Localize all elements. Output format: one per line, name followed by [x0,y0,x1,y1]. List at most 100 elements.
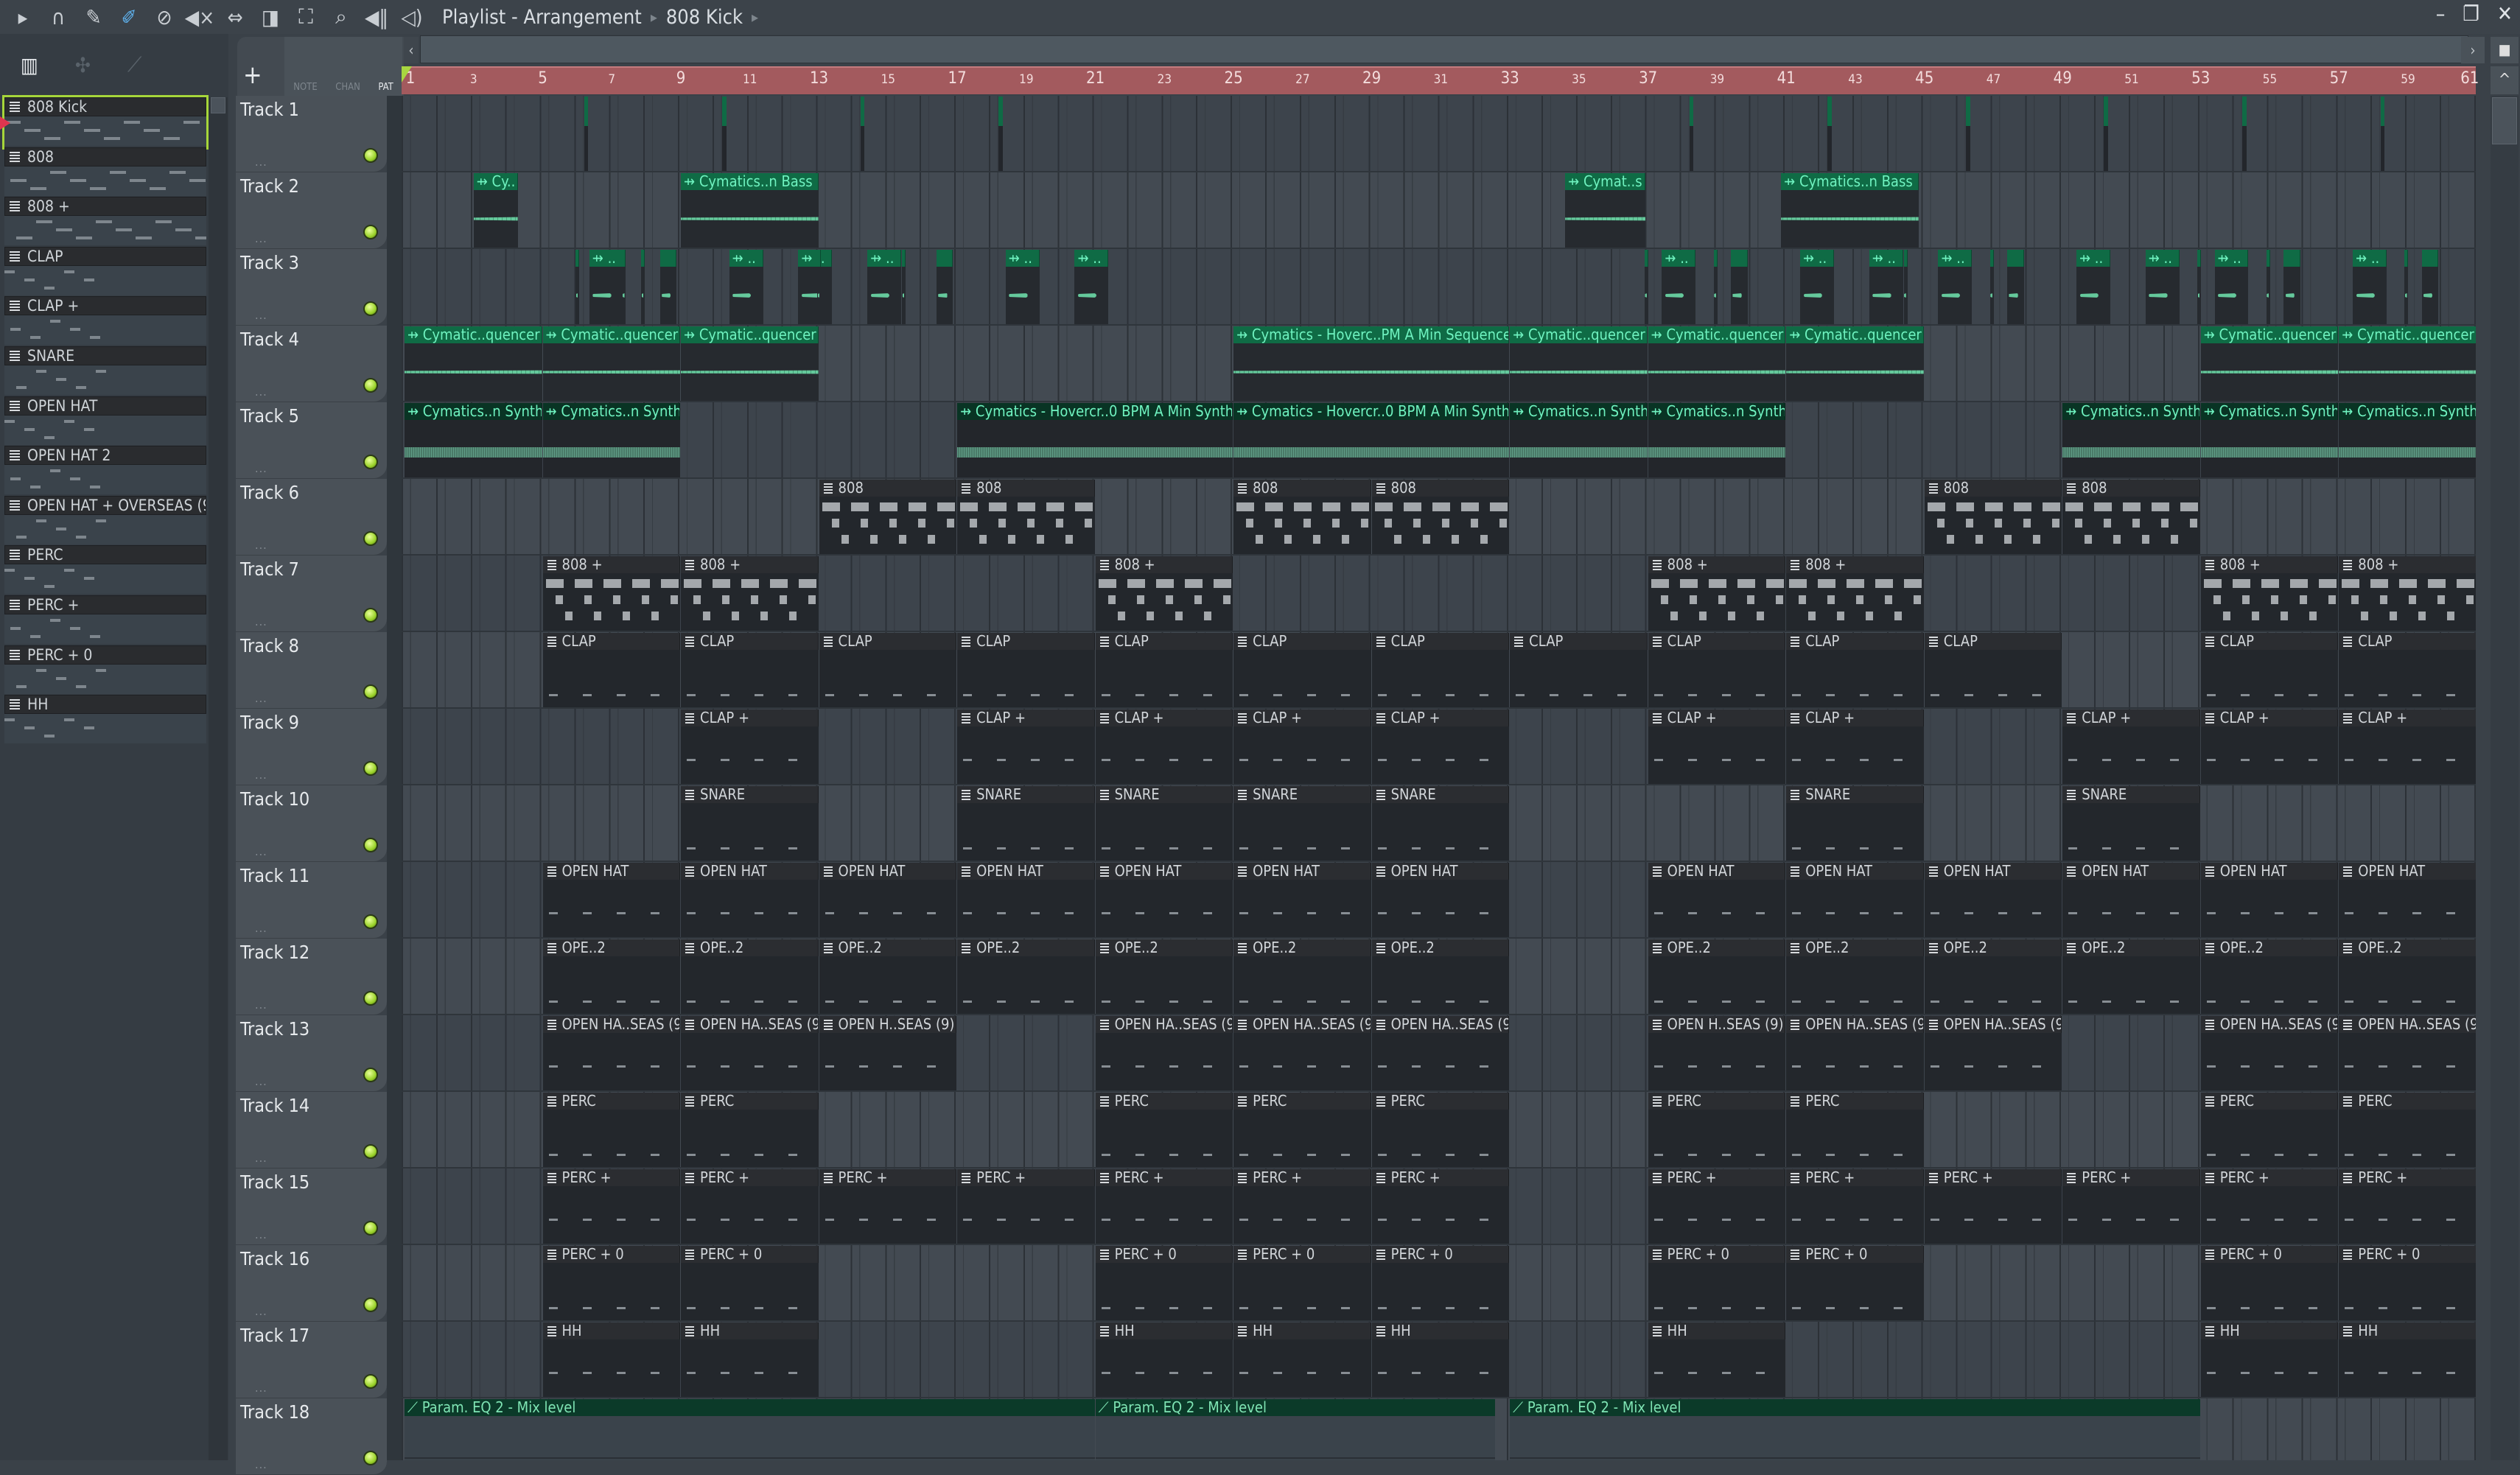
audio-clip[interactable]: ⇸ .. [867,250,902,324]
pattern-item[interactable]: SNARE [4,346,206,396]
pattern-clip[interactable]: PERC [681,1093,819,1167]
pattern-clip[interactable]: PERC [1648,1093,1786,1167]
pattern-clip[interactable]: OPE..2 [1924,939,2062,1014]
pattern-clip[interactable]: PERC + 0 [542,1246,681,1320]
tab-chan[interactable]: CHAN [335,82,360,93]
track-options-icon[interactable]: ... [255,231,267,245]
audio-clip[interactable]: ⇸ Cymatic..quencer [2200,326,2339,401]
audio-clip[interactable] [2266,250,2270,324]
pattern-clip[interactable]: OPE..2 [2339,939,2476,1014]
track-options-icon[interactable]: ... [255,921,267,935]
audio-clip[interactable] [2283,250,2300,324]
pattern-clip[interactable]: OPE..2 [681,939,819,1014]
pattern-clip[interactable]: SNARE [1371,786,1510,861]
track-lane[interactable]: PERC PERC PERC PERC PERC PERC PERC PERC PERC [402,1092,2476,1169]
audio-clip[interactable] [1731,250,1748,324]
pattern-clip[interactable]: CLAP [1233,633,1371,707]
audio-clip[interactable]: ⇸ .. [798,250,833,324]
select-tool-icon[interactable]: ⛶ [293,4,318,29]
track-options-icon[interactable]: ... [255,768,267,782]
track-header[interactable]: Track 5... [236,402,387,479]
pattern-clip[interactable]: PERC + 0 [2200,1246,2339,1320]
pattern-clip[interactable]: PERC [2339,1093,2476,1167]
audio-clip[interactable]: ⇸ Cymatics..n Synth [542,403,681,477]
track-enable-toggle[interactable] [363,684,378,699]
track-header[interactable]: Track 16... [236,1245,387,1322]
pattern-clip[interactable]: OPEN HA..SEAS (9) [1786,1016,1924,1090]
pattern-item[interactable]: 808 + [4,197,206,247]
pattern-clip[interactable]: PERC + [1095,1169,1233,1244]
pattern-clip[interactable]: CLAP + [1233,710,1371,784]
track-header[interactable]: Track 1... [236,96,387,172]
audio-clip[interactable] [2007,250,2024,324]
pattern-clip[interactable]: CLAP + [1095,710,1233,784]
track-enable-toggle[interactable] [363,761,378,776]
delete-tool-icon[interactable]: ⊘ [152,4,177,29]
audio-clip[interactable]: ⇸ .. [2076,250,2110,324]
pattern-clip[interactable]: OPEN HA..SEAS (9) [681,1016,819,1090]
track-enable-toggle[interactable] [363,1297,378,1312]
kick-clip[interactable] [1965,97,1970,171]
track-lane[interactable] [402,96,2476,172]
pattern-clip[interactable]: OPEN HA..SEAS (9) [1233,1016,1371,1090]
track-enable-toggle[interactable] [363,991,378,1006]
track-lane[interactable]: HH HH HH HH HH HH HH HH [402,1322,2476,1398]
pattern-clip[interactable]: CLAP [1924,633,2062,707]
audio-clip[interactable] [622,250,626,324]
track-header[interactable]: Track 8... [236,632,387,709]
audio-clip[interactable]: ⇸ Cymatic..quencer [1510,326,1648,401]
track-header[interactable]: Track 18... [236,1398,387,1475]
track-lane[interactable]: ⟋ Param. EQ 2 - Mix level ⟋ Param. EQ 2 -… [402,1398,2476,1460]
pattern-clip[interactable]: CLAP [957,633,1095,707]
pattern-clip[interactable]: CLAP [2339,633,2476,707]
track-options-icon[interactable]: ... [255,844,267,858]
tab-pat[interactable]: PAT [378,82,393,93]
track-lane[interactable]: ⇸ Cymatics..n Synth ⇸ Cymatics..n Synth ⇸ … [402,402,2476,479]
mute-tool-icon[interactable]: ◀× [185,4,214,29]
kick-clip[interactable] [1689,97,1694,171]
audio-clip[interactable]: ⇸ Cymatics - Hoverc..PM A Min Sequencer [1233,326,1510,401]
slice-tool-icon[interactable]: ◨ [258,4,283,29]
audio-clip[interactable]: ⇸ .. [729,250,763,324]
scroll-right-button[interactable]: › [2461,37,2485,63]
pattern-clip[interactable]: PERC + [2062,1169,2200,1244]
pattern-clip[interactable]: OPE..2 [1233,939,1371,1014]
playlist-grid[interactable]: ⇸ Cy.. ⇸ Cymatics..n Bass ⇸ Cymat..s ⇸ Cyma… [402,96,2476,1460]
pattern-clip[interactable]: OPEN H..SEAS (9) [1648,1016,1786,1090]
pattern-clip[interactable]: OPEN H..SEAS (9) [819,1016,957,1090]
pattern-clip[interactable]: CLAP [1371,633,1510,707]
current-pattern[interactable]: 808 Kick [666,6,743,29]
minimize-button[interactable]: – [2436,1,2446,26]
pattern-clip[interactable]: 808 + [1095,556,1233,631]
add-track-button[interactable]: + [243,60,262,90]
audio-clip[interactable]: ⇸ Cymatics..n Synth [405,403,542,477]
playback-tool-icon[interactable]: ◀‖ [364,4,389,29]
track-options-icon[interactable]: ... [255,614,267,628]
pattern-item[interactable]: OPEN HAT 2 [4,446,206,496]
track-header[interactable]: Track 7... [236,556,387,632]
audio-clip[interactable] [1903,250,1908,324]
slip-tool-icon[interactable]: ⇔ [223,4,248,29]
scroll-left-button[interactable]: ‹ [404,37,419,63]
track-options-icon[interactable]: ... [255,1074,267,1088]
track-header[interactable]: Track 14... [236,1092,387,1169]
pattern-clip[interactable]: PERC + [957,1169,1095,1244]
pattern-clip[interactable]: HH [1648,1322,1786,1397]
audio-clip[interactable]: ⇸ .. [2353,250,2387,324]
track-enable-toggle[interactable] [363,455,378,469]
pattern-clip[interactable]: OPEN HAT [819,863,957,937]
audio-clip[interactable]: ⇸ Cymatics - Hovercr..0 BPM A Min Synth [957,403,1233,477]
pattern-clip[interactable]: PERC [1786,1093,1924,1167]
pattern-clip[interactable]: OPEN HA..SEAS (9) [1371,1016,1510,1090]
pattern-clip[interactable]: PERC [542,1093,681,1167]
pattern-clip[interactable]: OPE..2 [2200,939,2339,1014]
automation-clip[interactable]: ⟋ Param. EQ 2 - Mix level [405,1399,1095,1460]
track-options-icon[interactable]: ... [255,1304,267,1318]
pattern-clip[interactable]: CLAP [1510,633,1648,707]
audio-clip[interactable]: ⇸ Cy.. [473,173,518,248]
audio-clip[interactable]: ⇸ Cymatic..quencer [1648,326,1786,401]
track-enable-toggle[interactable] [363,301,378,316]
audio-clip[interactable]: ⇸ .. [2214,250,2249,324]
pattern-clip[interactable]: PERC + 0 [1648,1246,1786,1320]
pattern-clip[interactable]: 808 + [2200,556,2339,631]
